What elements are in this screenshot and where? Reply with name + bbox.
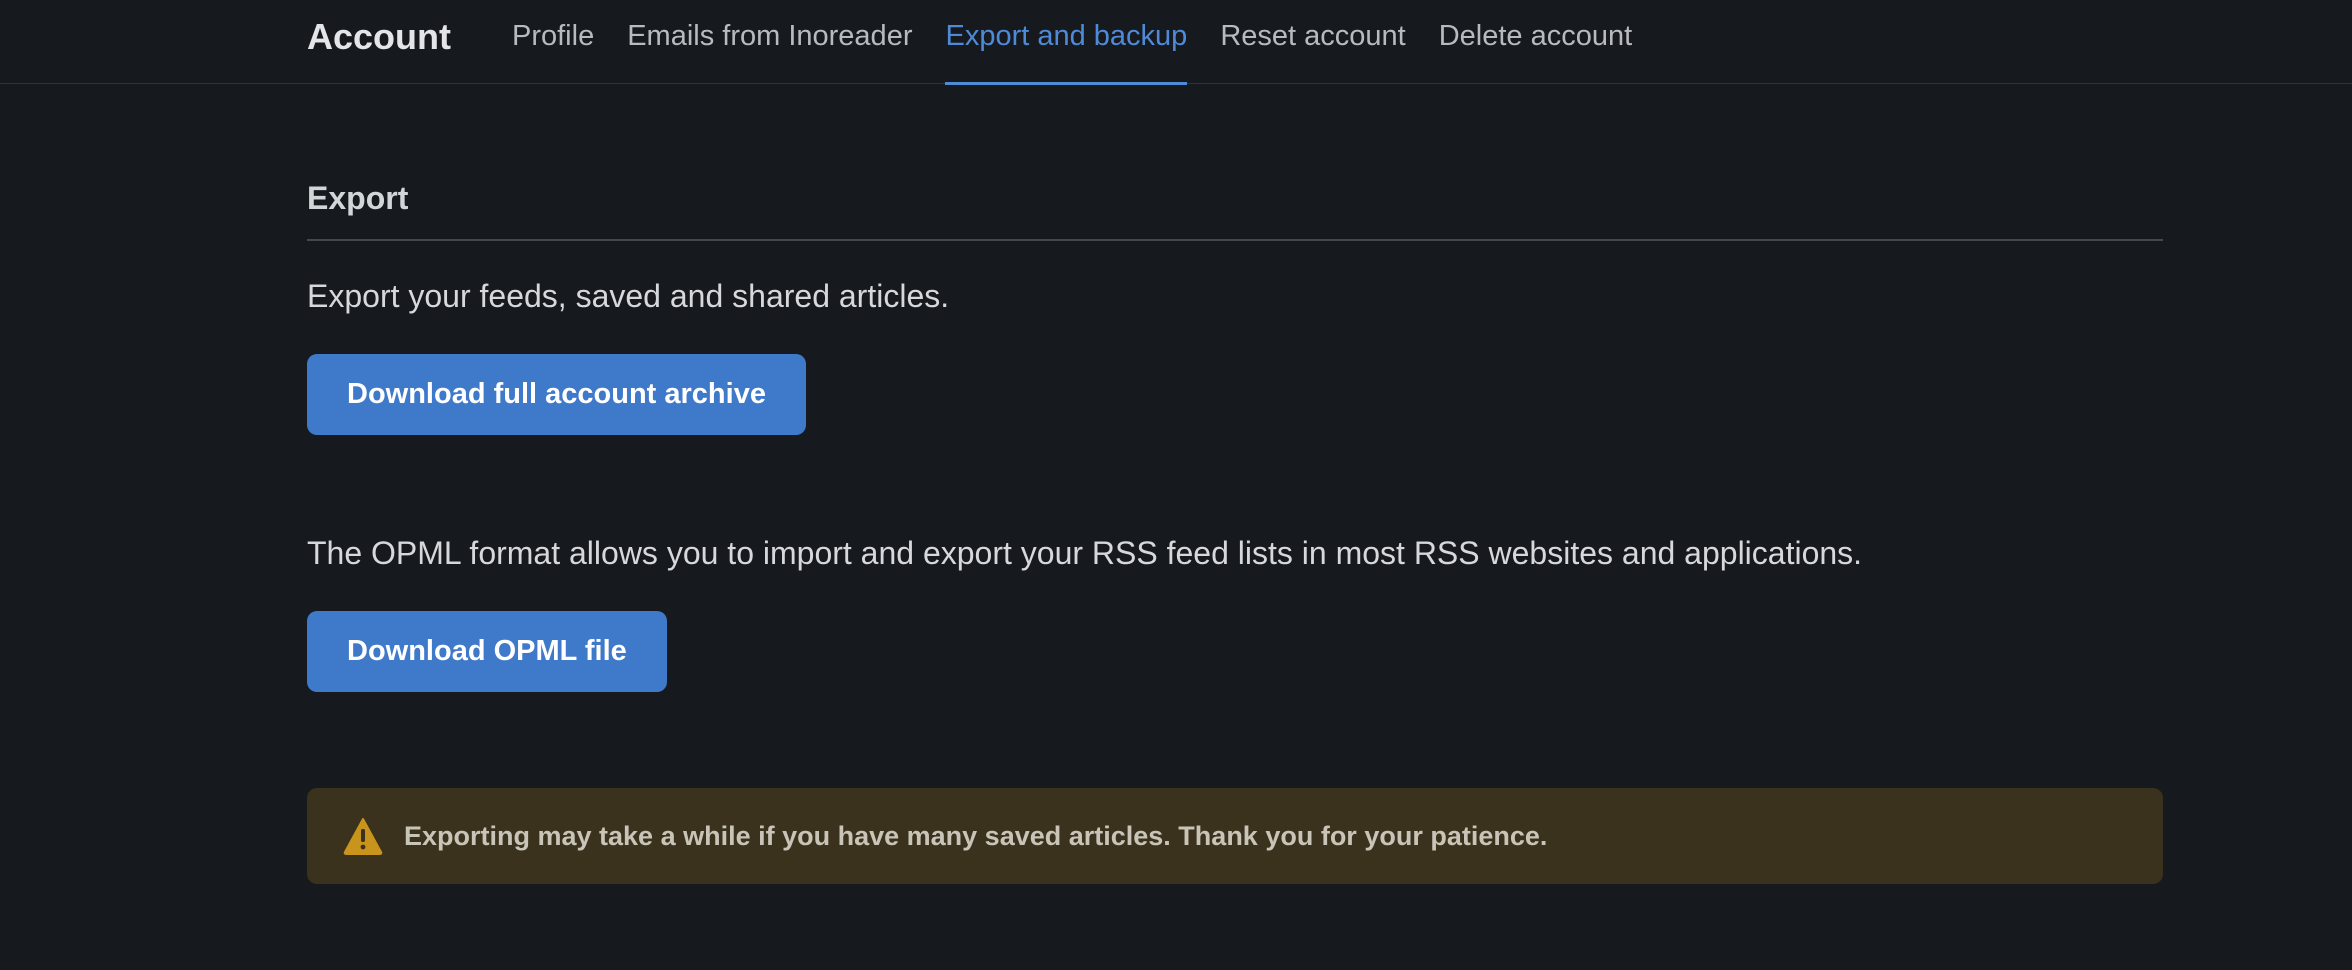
section-divider xyxy=(307,239,2163,241)
archive-description: Export your feeds, saved and shared arti… xyxy=(307,278,950,314)
download-archive-button[interactable]: Download full account archive xyxy=(307,354,806,435)
opml-description: The OPML format allows you to import and… xyxy=(307,535,1863,571)
tab-profile[interactable]: Profile xyxy=(512,0,594,84)
page-title: Account xyxy=(307,16,451,57)
section-heading-export: Export xyxy=(307,180,409,216)
tab-delete-account[interactable]: Delete account xyxy=(1439,0,1632,84)
export-notice: Exporting may take a while if you have m… xyxy=(307,788,2163,884)
notice-text: Exporting may take a while if you have m… xyxy=(404,820,1548,851)
tab-emails-from-inoreader[interactable]: Emails from Inoreader xyxy=(627,0,912,84)
warning-icon xyxy=(343,817,383,855)
download-opml-button[interactable]: Download OPML file xyxy=(307,611,667,692)
account-tabs: Profile Emails from Inoreader Export and… xyxy=(512,0,1632,85)
account-header: Account Profile Emails from Inoreader Ex… xyxy=(0,0,2352,85)
tab-export-and-backup[interactable]: Export and backup xyxy=(945,0,1187,85)
tab-reset-account[interactable]: Reset account xyxy=(1220,0,1405,84)
